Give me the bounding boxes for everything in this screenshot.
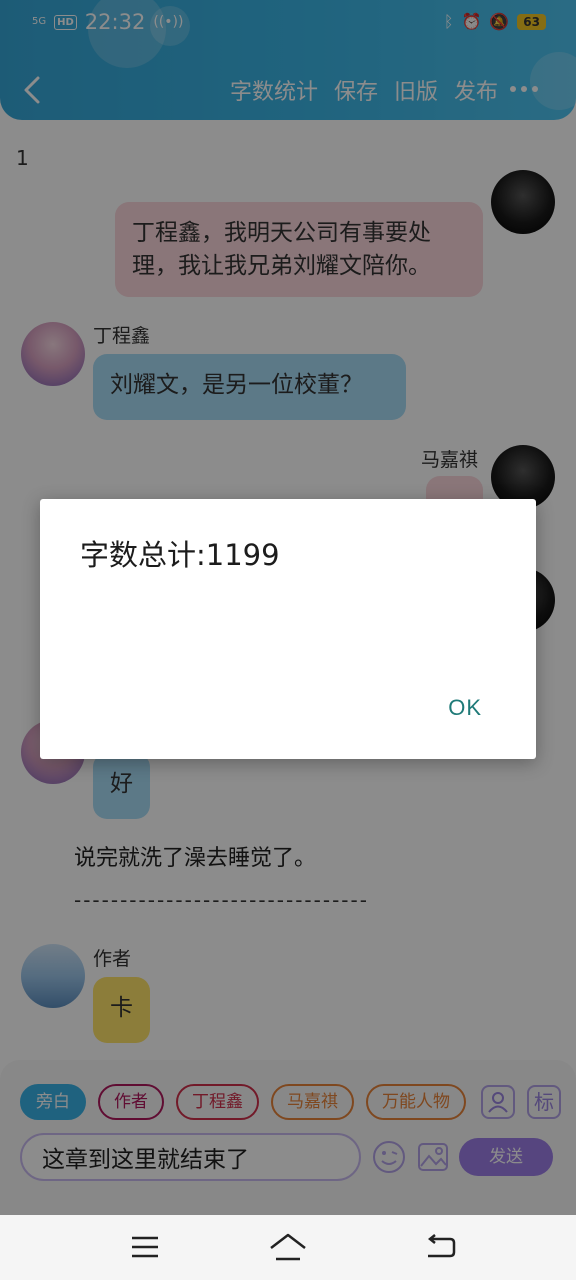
word-count-dialog: 字数总计:1199 OK [40,499,536,759]
ok-button[interactable]: OK [448,695,482,721]
home-icon[interactable] [269,1232,307,1262]
dialog-message: 字数总计:1199 [80,538,280,572]
system-navigation-bar [0,1215,576,1280]
menu-icon[interactable] [130,1234,160,1260]
back-nav-icon[interactable] [424,1234,456,1260]
